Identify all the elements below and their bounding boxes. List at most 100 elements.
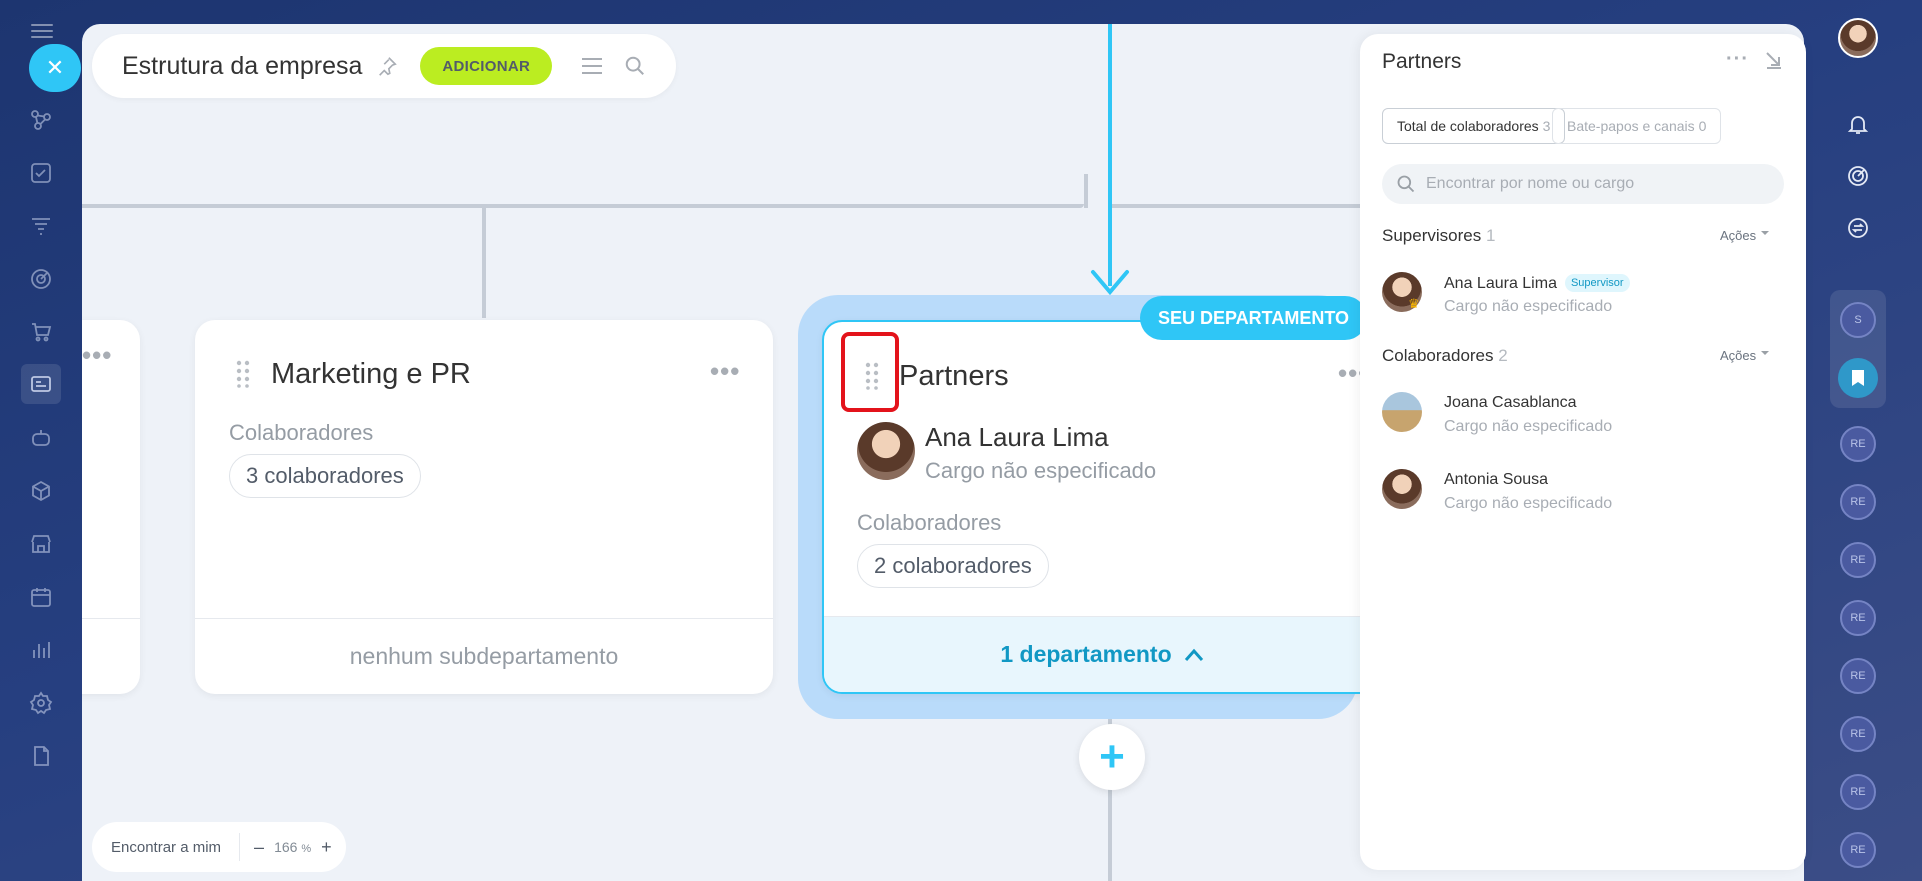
connector-line bbox=[482, 204, 486, 318]
search-icon bbox=[1397, 175, 1415, 193]
person-name[interactable]: Joana Casablanca bbox=[1444, 394, 1577, 412]
panel-title: Partners bbox=[1382, 50, 1462, 73]
employee-search-input[interactable]: Encontrar por nome ou cargo bbox=[1382, 164, 1784, 204]
head-role: Cargo não especificado bbox=[925, 458, 1157, 483]
pin-icon[interactable] bbox=[376, 55, 398, 77]
nav-document-icon[interactable] bbox=[27, 742, 55, 770]
chat-avatar[interactable]: RE bbox=[1840, 484, 1876, 520]
supervisor-badge: Supervisor bbox=[1564, 274, 1630, 292]
person-role: Cargo não especificado bbox=[1444, 418, 1613, 435]
chat-avatar[interactable]: RE bbox=[1840, 426, 1876, 462]
tab-count: 3 bbox=[1542, 118, 1551, 134]
target-icon[interactable] bbox=[1842, 160, 1874, 192]
close-icon: ✕ bbox=[45, 55, 65, 80]
subdepartments-text: 1 departamento bbox=[1000, 641, 1172, 667]
drag-handle-icon[interactable] bbox=[235, 360, 251, 388]
employees-header: Colaboradores 2 bbox=[1382, 346, 1508, 366]
employees-actions-dropdown[interactable]: Ações bbox=[1720, 348, 1769, 363]
nav-settings-icon[interactable] bbox=[27, 689, 55, 717]
close-button[interactable]: ✕ bbox=[29, 44, 81, 92]
avatar[interactable] bbox=[1382, 469, 1422, 509]
nav-target-icon[interactable] bbox=[27, 265, 55, 293]
employees-label: Colaboradores bbox=[857, 510, 1002, 535]
subdepartments-toggle[interactable]: 1 departamento bbox=[824, 616, 1380, 692]
employees-count-button[interactable]: 2 colaboradores bbox=[857, 544, 1049, 588]
left-nav-rail: ✕ bbox=[0, 0, 82, 881]
department-card-partners[interactable]: Partners ••• Ana Laura Lima Cargo não es… bbox=[822, 320, 1382, 694]
nav-activity-icon[interactable] bbox=[27, 106, 55, 134]
zoom-out-button[interactable]: – bbox=[254, 837, 264, 858]
nav-funnel-icon[interactable] bbox=[27, 212, 55, 240]
divider bbox=[239, 833, 241, 861]
drag-handle-marker bbox=[841, 332, 899, 412]
nav-robot-icon[interactable] bbox=[27, 424, 55, 452]
chat-avatar[interactable]: RE bbox=[1840, 658, 1876, 694]
tab-total-employees[interactable]: Total de colaboradores 3 bbox=[1382, 108, 1566, 144]
zoom-toolbar: Encontrar a mim – 166 % + bbox=[92, 822, 346, 872]
chat-avatar[interactable]: RE bbox=[1840, 774, 1876, 810]
nav-calendar-icon[interactable] bbox=[27, 583, 55, 611]
department-side-panel: Partners ··· Total de colaboradores 3 Bat… bbox=[1360, 34, 1806, 870]
chat-avatar[interactable]: RE bbox=[1840, 600, 1876, 636]
crown-icon: ♛ bbox=[1408, 296, 1420, 311]
person-role: Cargo não especificado bbox=[1444, 298, 1613, 315]
bookmark-button[interactable] bbox=[1838, 358, 1878, 398]
avatar[interactable] bbox=[1382, 392, 1422, 432]
more-icon[interactable]: ••• bbox=[710, 356, 740, 387]
more-icon[interactable]: ··· bbox=[1726, 48, 1749, 71]
chat-avatar[interactable]: S bbox=[1840, 302, 1876, 338]
user-avatar[interactable] bbox=[1838, 18, 1878, 58]
tab-count: 0 bbox=[1698, 118, 1707, 134]
zoom-unit: % bbox=[301, 843, 312, 855]
employees-label: Colaboradores bbox=[229, 420, 374, 445]
supervisors-header: Supervisores 1 bbox=[1382, 226, 1495, 246]
find-me-button[interactable]: Encontrar a mim bbox=[111, 839, 221, 856]
search-icon[interactable] bbox=[624, 55, 646, 77]
bookmark-icon bbox=[1852, 370, 1864, 386]
avatar[interactable] bbox=[857, 422, 915, 480]
department-card-partial[interactable]: ••• bbox=[82, 320, 140, 694]
arrow-down-icon bbox=[1091, 270, 1129, 296]
person-name[interactable]: Antonia Sousa bbox=[1444, 471, 1548, 489]
nav-chart-icon[interactable] bbox=[27, 636, 55, 664]
head-name[interactable]: Ana Laura Lima bbox=[925, 422, 1109, 453]
tab-label: Bate-papos e canais bbox=[1567, 118, 1695, 134]
more-icon[interactable]: ••• bbox=[82, 340, 112, 371]
chat-avatar[interactable]: RE bbox=[1840, 716, 1876, 752]
nav-tasks-icon[interactable] bbox=[27, 159, 55, 187]
tab-label: Total de colaboradores bbox=[1397, 118, 1539, 134]
menu-icon[interactable] bbox=[582, 58, 603, 74]
nav-store-icon[interactable] bbox=[27, 530, 55, 558]
person-role: Cargo não especificado bbox=[1444, 495, 1613, 512]
your-department-badge: SEU DEPARTAMENTO bbox=[1140, 296, 1368, 340]
department-card-marketing[interactable]: Marketing e PR ••• Colaboradores 3 colab… bbox=[195, 320, 773, 694]
nav-company-structure-icon[interactable] bbox=[21, 364, 61, 404]
section-count: 2 bbox=[1498, 346, 1508, 365]
connector-line-active bbox=[1108, 24, 1112, 286]
connector-line bbox=[82, 204, 1084, 208]
add-button[interactable]: ADICIONAR bbox=[420, 47, 553, 85]
right-rail: S RE RE RE RE RE RE RE RE bbox=[1806, 0, 1922, 881]
person-name[interactable]: Ana Laura Lima bbox=[1444, 275, 1557, 292]
tab-chats-channels[interactable]: Bate-papos e canais 0 bbox=[1552, 108, 1722, 144]
department-title: Partners bbox=[899, 360, 1009, 392]
zoom-value: 166 bbox=[274, 839, 298, 855]
employees-count-button[interactable]: 3 colaboradores bbox=[229, 454, 421, 498]
plus-icon: + bbox=[1099, 732, 1125, 781]
page-title: Estrutura da empresa bbox=[122, 51, 363, 80]
nav-cart-icon[interactable] bbox=[27, 318, 55, 346]
card-footer: nenhum subdepartamento bbox=[195, 618, 773, 694]
connector-line bbox=[1084, 174, 1088, 208]
chevron-up-icon bbox=[1184, 648, 1203, 661]
collapse-panel-icon[interactable] bbox=[1764, 50, 1784, 70]
nav-box-icon[interactable] bbox=[27, 477, 55, 505]
sync-chat-icon[interactable] bbox=[1842, 212, 1874, 244]
subdepartments-text: nenhum subdepartamento bbox=[349, 643, 619, 669]
main-menu-icon[interactable] bbox=[31, 24, 53, 40]
chat-avatar[interactable]: RE bbox=[1840, 832, 1876, 868]
add-department-button[interactable]: + bbox=[1079, 724, 1145, 790]
zoom-in-button[interactable]: + bbox=[321, 837, 332, 858]
supervisors-actions-dropdown[interactable]: Ações bbox=[1720, 228, 1769, 243]
chat-avatar[interactable]: RE bbox=[1840, 542, 1876, 578]
bell-icon[interactable] bbox=[1842, 108, 1874, 140]
